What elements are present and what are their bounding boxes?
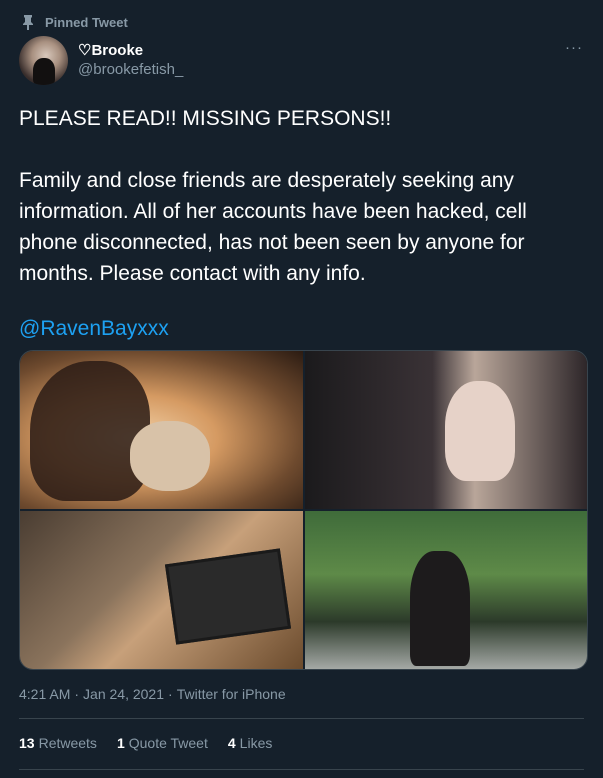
more-options-icon[interactable]: ··· — [565, 40, 583, 55]
quotes-label: Quote Tweet — [128, 735, 208, 751]
author-handle[interactable]: @brookefetish_ — [78, 60, 183, 79]
avatar[interactable] — [19, 36, 68, 85]
tweet-date[interactable]: Jan 24, 2021 — [83, 686, 164, 702]
tweet-meta: 4:21 AM · Jan 24, 2021 · Twitter for iPh… — [19, 686, 286, 702]
pinned-label: Pinned Tweet — [45, 14, 128, 30]
pinned-tweet-header: Pinned Tweet — [21, 13, 128, 31]
divider — [19, 769, 584, 770]
author-display-name[interactable]: ♡Brooke — [78, 41, 183, 60]
quote-tweets-stat[interactable]: 1 Quote Tweet — [117, 735, 208, 751]
media-grid — [19, 350, 588, 670]
retweets-stat[interactable]: 13 Retweets — [19, 735, 97, 751]
likes-stat[interactable]: 4 Likes — [228, 735, 272, 751]
tweet-line-1: PLEASE READ!! MISSING PERSONS!! — [19, 107, 392, 130]
tweet-time[interactable]: 4:21 AM — [19, 686, 70, 702]
meta-separator: · — [74, 686, 80, 702]
tweet-stats: 13 Retweets 1 Quote Tweet 4 Likes — [19, 735, 272, 751]
media-photo-3[interactable] — [20, 511, 303, 669]
tweet-source[interactable]: Twitter for iPhone — [177, 686, 286, 702]
quotes-count: 1 — [116, 735, 125, 751]
author-info[interactable]: ♡Brooke @brookefetish_ — [78, 41, 183, 79]
retweets-count: 13 — [19, 735, 35, 751]
likes-count: 4 — [227, 735, 236, 751]
media-photo-2[interactable] — [305, 351, 587, 509]
likes-label: Likes — [239, 735, 273, 751]
tweet-text: PLEASE READ!! MISSING PERSONS!! Family a… — [19, 103, 589, 289]
meta-separator-2: · — [168, 686, 173, 702]
media-photo-1[interactable] — [20, 351, 303, 509]
media-photo-4[interactable] — [305, 511, 587, 669]
retweets-label: Retweets — [38, 735, 97, 751]
tweet-paragraph: Family and close friends are desperately… — [19, 169, 527, 285]
pin-icon — [21, 14, 35, 30]
mention-link[interactable]: @RavenBayxxx — [19, 313, 169, 344]
divider — [19, 718, 584, 719]
